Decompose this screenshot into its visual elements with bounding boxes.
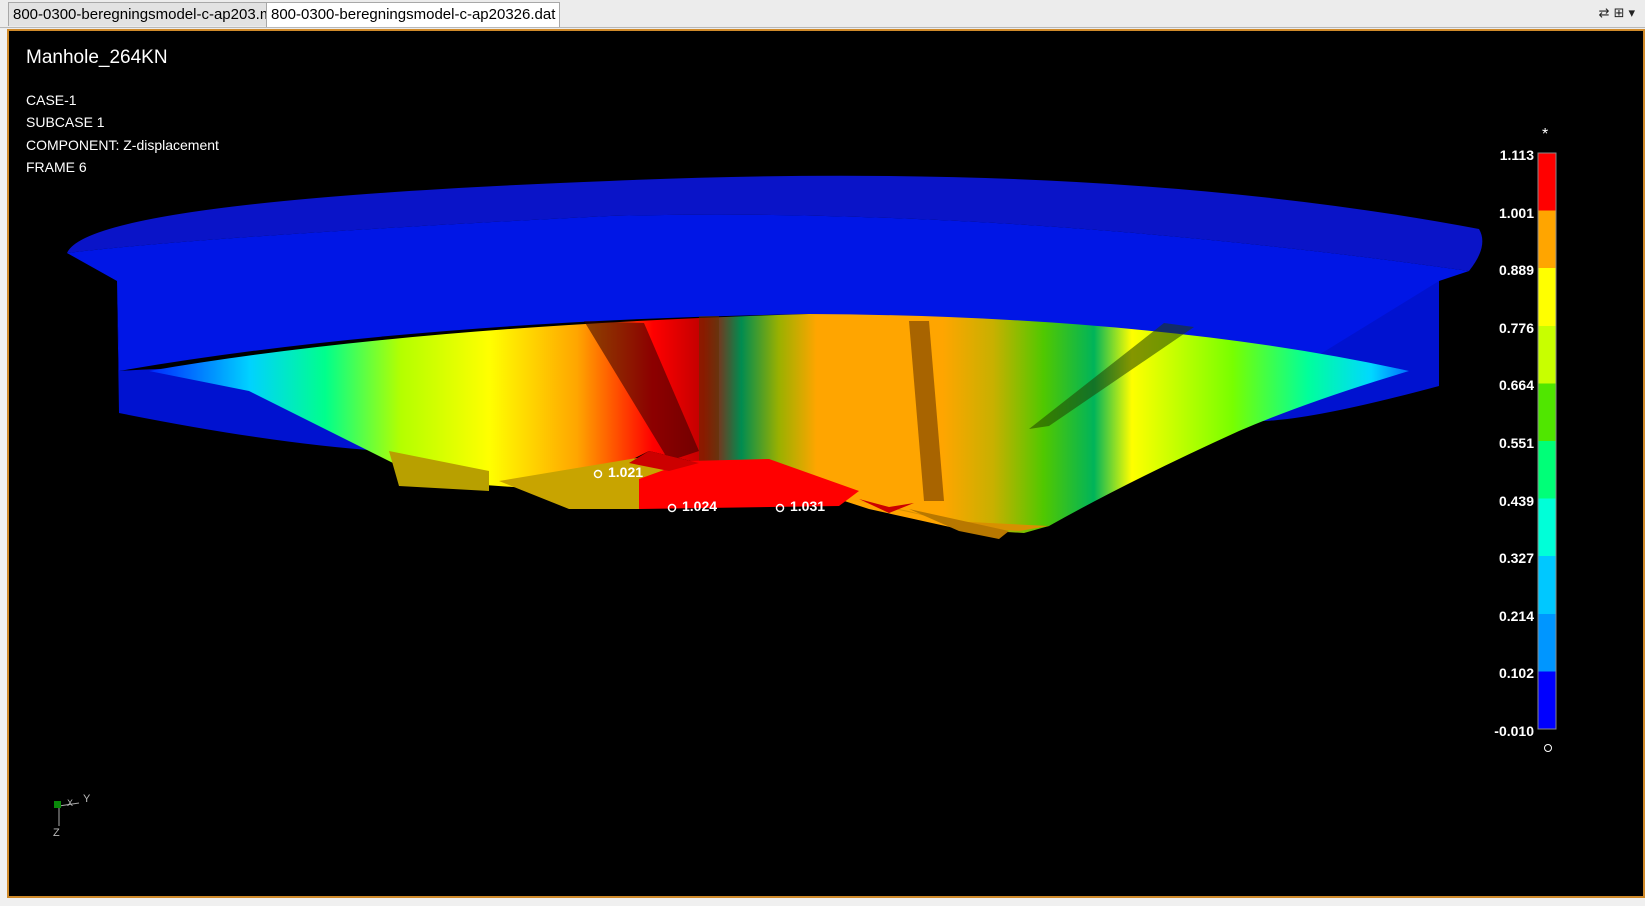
legend-value: 0.214 [1498,608,1534,624]
legend-min-marker-icon [1544,744,1552,752]
legend-value: 0.439 [1498,493,1534,509]
tab-bar: 800-0300-beregningsmodel-c-ap203.mdl 800… [0,0,1645,29]
subcase-label: SUBCASE 1 [26,114,105,130]
triad-z-label: Z [53,827,60,839]
legend-value: 0.664 [1498,377,1534,393]
probe-label-3: 1.031 [790,498,826,514]
grid-icon[interactable]: ⊞ [1614,5,1629,21]
frame-label: FRAME 6 [26,159,87,175]
tab-mdl-model[interactable]: 800-0300-beregningsmodel-c-ap203.mdl [8,2,290,26]
legend-value: 0.327 [1498,550,1534,566]
legend-value: 0.551 [1498,435,1534,451]
model-title: Manhole_264KN [26,47,168,68]
tab-dat-results[interactable]: 800-0300-beregningsmodel-c-ap20326.dat [266,2,561,28]
probe-label-1: 1.021 [608,464,644,480]
legend-value: 1.113 [1499,147,1534,163]
triad-x-label: X [67,798,74,808]
case-label: CASE-1 [26,92,77,108]
probe-label-2: 1.024 [682,498,718,514]
tab-bar-divider [0,27,1645,28]
legend-value: 0.102 [1498,665,1534,681]
legend-value: 1.001 [1498,205,1534,221]
swap-icon[interactable]: ⇄ [1599,5,1614,21]
tab-bar-tools: ⇄⊞▾ [1599,5,1639,21]
legend-value: -0.010 [1494,723,1534,739]
contour-model[interactable] [9,31,1643,896]
legend-max-marker-icon: * [1542,126,1549,143]
dropdown-icon[interactable]: ▾ [1628,5,1639,21]
component-label: COMPONENT: Z-displacement [26,137,219,153]
triad-y-label: Y [83,793,91,805]
legend-value: 0.889 [1498,262,1534,278]
graphics-viewport[interactable]: Manhole_264KN CASE-1 SUBCASE 1 COMPONENT… [7,29,1645,898]
legend-value: 0.776 [1498,320,1534,336]
legend-color-bar [1537,152,1557,730]
